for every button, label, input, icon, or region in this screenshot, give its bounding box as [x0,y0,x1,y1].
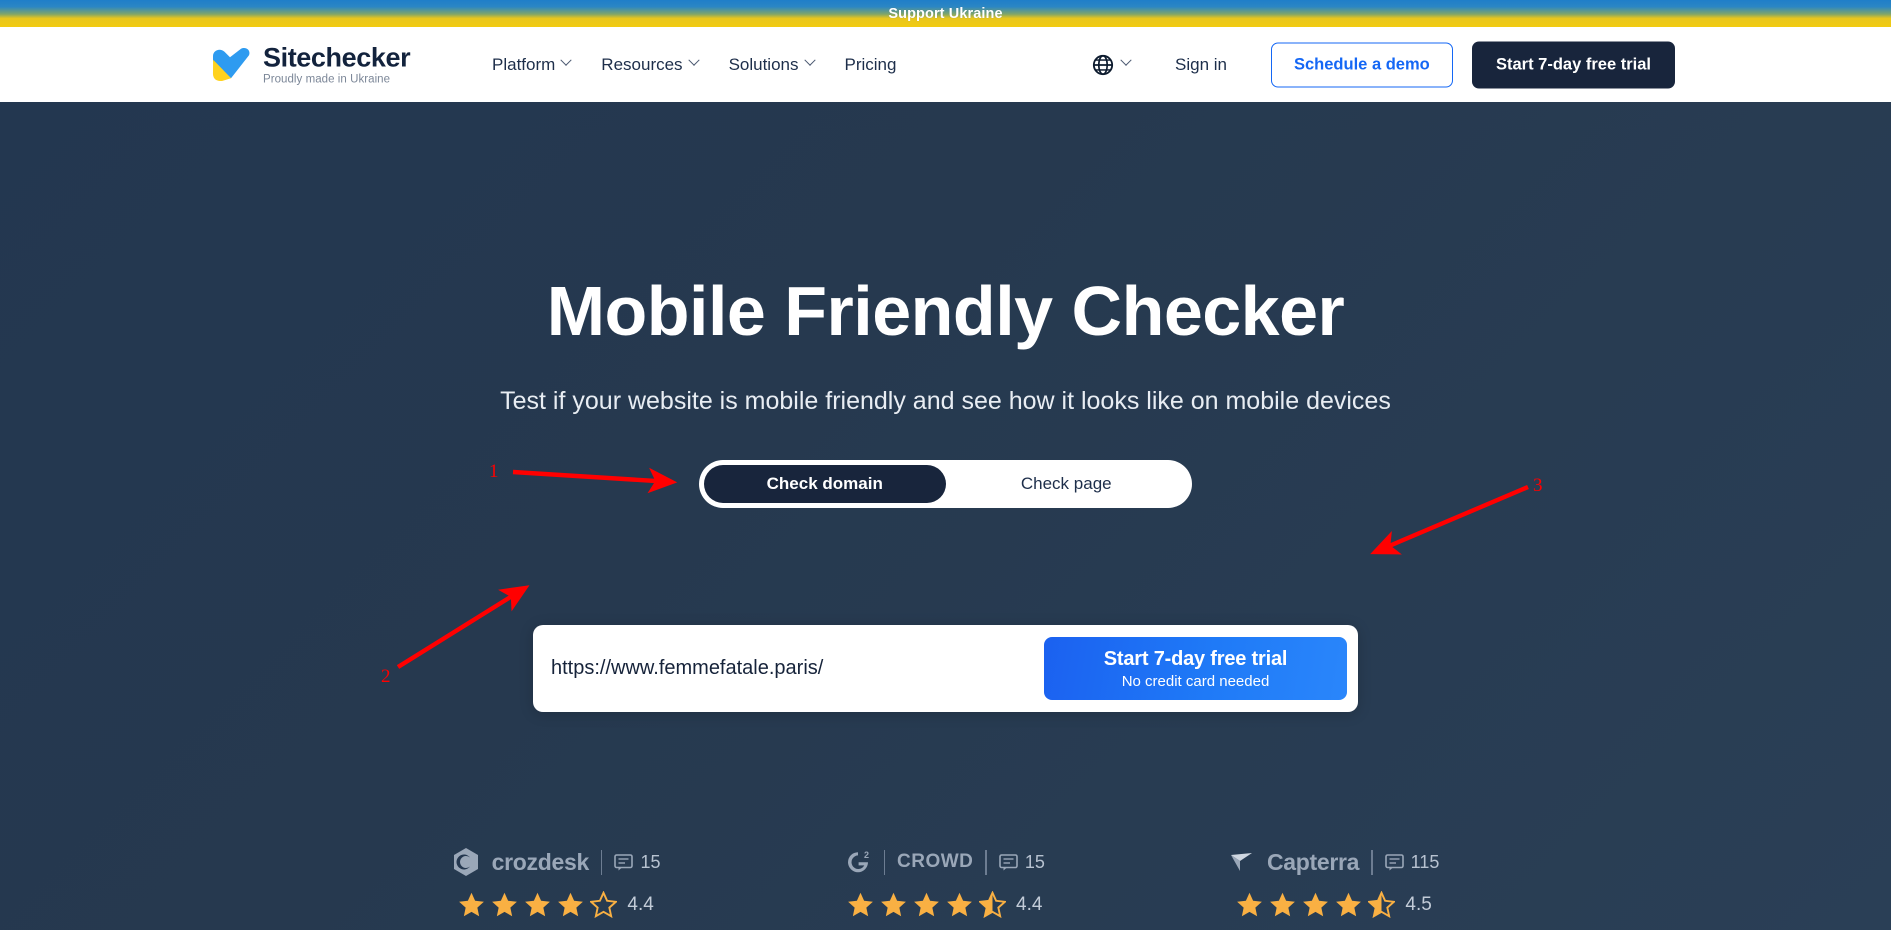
comment-icon [999,853,1018,870]
badge-name-g2crowd: CROWD [897,851,974,872]
star-empty-icon [590,891,618,918]
nav-label-pricing: Pricing [844,54,897,74]
logo-text-block: Sitechecker Proudly made in Ukraine [263,41,411,86]
review-number-capterra: 115 [1410,851,1440,872]
review-number-crozdesk: 15 [640,851,661,872]
chevron-down-icon [560,54,572,66]
review-count-crozdesk: 15 [614,851,661,873]
main-nav: Platform Resources Solutions Pricing [492,55,896,75]
star-half-icon [1368,891,1396,918]
badge-header: Capterra 115 [1229,847,1439,877]
g2-crowd-icon: 2 [847,850,869,872]
crozdesk-icon [453,848,478,876]
sitechecker-logo-icon [212,48,250,82]
chevron-down-icon [803,54,816,66]
rating-value-crozdesk: 4.4 [627,893,654,915]
url-input[interactable] [533,657,1044,680]
nav-label-platform: Platform [492,54,556,74]
badge-name-crozdesk: crozdesk [491,848,590,875]
support-ukraine-banner[interactable]: Support Ukraine [0,0,1891,27]
badge-name-capterra: Capterra [1266,848,1360,875]
language-selector[interactable] [1092,54,1132,76]
star-filled-icon [947,892,972,917]
site-header: Sitechecker Proudly made in Ukraine Plat… [0,27,1891,102]
star-filled-icon [525,892,551,917]
star-filled-icon [1303,892,1329,917]
review-badge-capterra: Capterra 115 4.5 [1229,847,1439,918]
rating-value-g2crowd: 4.4 [1016,893,1043,915]
review-badge-crozdesk: crozdesk 15 4.4 [452,847,661,918]
logo[interactable]: Sitechecker Proudly made in Ukraine [211,41,411,86]
hero-section: Mobile Friendly Checker Test if your web… [0,102,1891,930]
star-half-icon [979,891,1007,918]
badge-divider [600,849,603,875]
capterra-icon [1230,853,1252,871]
badge-header: crozdesk 15 [452,847,661,877]
url-search-box: Start 7-day free trial No credit card ne… [533,625,1358,712]
toggle-option-check-domain[interactable]: Check domain [704,465,946,503]
page-root: Support Ukraine Sitechecker Proudly made… [0,0,1891,930]
nav-label-resources: Resources [601,54,683,74]
badge-divider [985,849,987,875]
page-title: Mobile Friendly Checker [546,272,1345,350]
support-ukraine-label: Support Ukraine [888,5,1003,22]
chevron-down-icon [687,54,700,66]
toggle-option-check-page[interactable]: Check page [946,465,1188,503]
check-mode-toggle: Check domain Check page [699,460,1192,508]
cta-main-label: Start 7-day free trial [1103,647,1288,670]
review-count-capterra: 115 [1384,851,1440,873]
review-badge-g2crowd: 2 CROWD 15 4.4 [845,847,1045,918]
header-start-trial-button[interactable]: Start 7-day free trial [1472,41,1675,88]
star-rating-crozdesk: 4.4 [458,891,654,918]
logo-title: Sitechecker [263,41,411,72]
comment-icon [1384,853,1404,870]
star-filled-icon [1270,892,1296,917]
start-trial-cta-button[interactable]: Start 7-day free trial No credit card ne… [1044,637,1347,700]
nav-item-resources[interactable]: Resources [601,54,700,75]
globe-icon [1092,54,1114,75]
nav-label-solutions: Solutions [728,54,799,74]
review-badges: crozdesk 15 4.4 2 CROWD 15 4.4 Capterra … [0,847,1891,918]
page-subtitle: Test if your website is mobile friendly … [500,387,1391,415]
badge-header: 2 CROWD 15 [845,847,1045,877]
star-filled-icon [881,892,906,917]
star-filled-icon [1237,892,1263,917]
star-rating-g2crowd: 4.4 [847,891,1042,918]
chevron-down-icon [1120,54,1132,66]
svg-text:2: 2 [864,850,869,860]
schedule-demo-button[interactable]: Schedule a demo [1271,42,1453,87]
star-filled-icon [848,892,873,917]
badge-divider [1371,849,1373,875]
badge-divider [883,849,886,875]
sign-in-link[interactable]: Sign in [1175,55,1227,75]
star-filled-icon [558,892,584,917]
star-filled-icon [492,892,518,917]
logo-tagline: Proudly made in Ukraine [263,72,391,85]
star-filled-icon [459,892,485,917]
star-filled-icon [1336,892,1362,917]
star-filled-icon [914,892,939,917]
nav-item-platform[interactable]: Platform [492,54,572,75]
review-count-g2crowd: 15 [999,852,1045,873]
nav-item-pricing[interactable]: Pricing [845,55,897,75]
nav-item-solutions[interactable]: Solutions [728,54,816,75]
rating-value-capterra: 4.5 [1405,893,1432,915]
star-rating-capterra: 4.5 [1236,891,1432,918]
cta-sub-label: No credit card needed [1121,672,1270,690]
review-number-g2crowd: 15 [1024,851,1045,872]
comment-icon [614,853,634,870]
